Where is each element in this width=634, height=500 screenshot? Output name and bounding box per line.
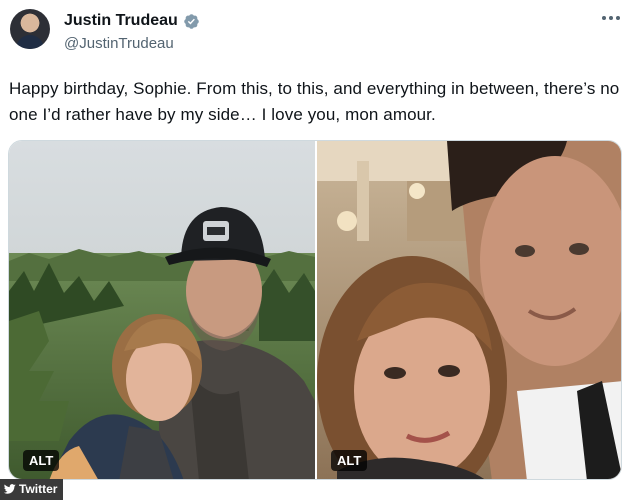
tweet-card: Justin Trudeau @JustinTrudeau Happy birt… (0, 0, 634, 500)
more-dot (616, 16, 620, 20)
alt-badge[interactable]: ALT (23, 450, 60, 471)
indoor-selfie-photo[interactable]: ALT (317, 141, 621, 479)
more-dot (602, 16, 606, 20)
forest-selfie-image (9, 141, 315, 479)
author-handle[interactable]: @JustinTrudeau (64, 35, 174, 52)
indoor-selfie-image (317, 141, 621, 479)
more-dot (609, 16, 613, 20)
alt-badge[interactable]: ALT (331, 450, 368, 471)
twitter-bird-icon (4, 484, 16, 494)
tweet-text: Happy birthday, Sophie. From this, to th… (9, 79, 620, 124)
twitter-watermark: Twitter (0, 479, 64, 500)
author-display-name[interactable]: Justin Trudeau (64, 12, 178, 30)
tweet-media[interactable]: ALT ALT (8, 140, 622, 480)
forest-selfie-photo[interactable]: ALT (9, 141, 315, 479)
more-options-icon[interactable] (602, 16, 620, 20)
avatar[interactable] (10, 9, 50, 49)
author-name-row: Justin Trudeau (64, 12, 200, 30)
watermark-label: Twitter (19, 482, 58, 496)
verified-badge-icon (184, 13, 199, 29)
